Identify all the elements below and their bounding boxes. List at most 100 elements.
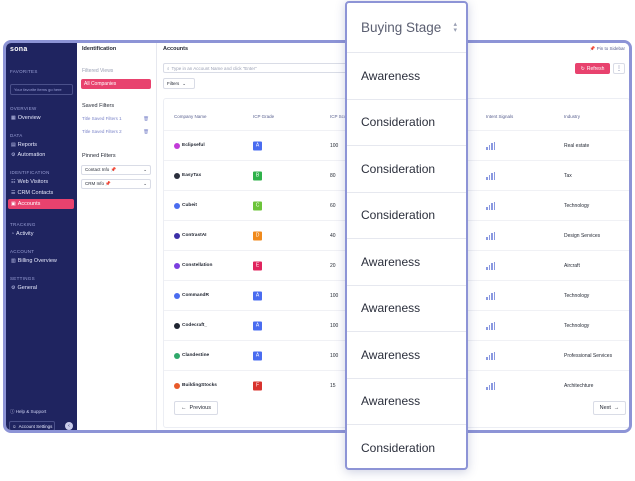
column-header-icp-grade[interactable]: ICP Grade	[253, 114, 274, 119]
more-options-button[interactable]: ⋮	[613, 63, 625, 74]
collapse-sidebar-icon[interactable]: ‹	[65, 422, 73, 430]
saved-filter-item[interactable]: Title Saved Filters 2 🗑	[82, 129, 152, 135]
company-cell[interactable]: Constellation	[174, 262, 212, 269]
sidebar-item-accounts[interactable]: ▣ Accounts	[8, 199, 74, 209]
icp-grade-badge: E	[253, 261, 262, 270]
trash-icon[interactable]: 🗑	[143, 116, 149, 122]
buying-stage-cell: Awareness	[347, 239, 466, 286]
icp-grade-cell: A	[253, 351, 262, 360]
pin-icon: 📌	[105, 181, 111, 186]
section-settings: SETTINGS	[10, 276, 35, 281]
chevron-down-icon: ⌄	[143, 181, 147, 186]
icp-grade-cell: A	[253, 291, 262, 300]
company-name: Clandestine	[182, 353, 210, 358]
filtered-views-label: Filtered Views	[82, 68, 114, 74]
sidebar-item-reports[interactable]: ▤ Reports	[8, 140, 74, 150]
industry-cell: Architechture	[564, 382, 594, 389]
intent-signals-cell	[486, 381, 495, 390]
intent-signals-cell	[486, 171, 495, 180]
column-header-intent-signals[interactable]: Intent Signals	[486, 114, 513, 119]
trash-icon[interactable]: 🗑	[143, 129, 149, 135]
signal-bars-icon	[486, 291, 495, 300]
icp-grade-cell: A	[253, 141, 262, 150]
sidebar-item-label: Billing Overview	[17, 258, 57, 264]
company-logo-icon	[174, 322, 180, 329]
pin-icon: 📌	[110, 167, 117, 172]
company-cell[interactable]: BuildingStocks	[174, 382, 217, 389]
buying-stage-cell: Awareness	[347, 332, 466, 379]
account-settings-button[interactable]: ☺ Account Settings	[9, 421, 55, 430]
column-header-industry[interactable]: Industry	[564, 114, 580, 119]
company-cell[interactable]: Clandestine	[174, 352, 210, 359]
industry-cell: Tax	[564, 172, 572, 179]
industry-cell: Real estate	[564, 142, 590, 149]
company-cell[interactable]: Codecraft_	[174, 322, 207, 329]
sidebar-item-label: Activity	[16, 231, 34, 237]
sidebar-item-overview[interactable]: ▦ Overview	[8, 113, 74, 123]
icp-grade-cell: D	[253, 231, 262, 240]
industry-cell: Technology	[564, 292, 590, 299]
pin-to-sidebar-link[interactable]: 📌 Pin to Sidebar	[590, 46, 625, 52]
sidebar-item-label: Web Visitors	[17, 179, 49, 185]
section-data: DATA	[10, 133, 23, 138]
icp-grade-badge: A	[253, 321, 262, 330]
column-header-buying-stage[interactable]: Buying Stage	[347, 3, 466, 53]
company-name: Eclipseful	[182, 143, 205, 148]
user-icon: ☺	[12, 423, 17, 429]
next-page-button[interactable]: Next →	[593, 401, 626, 415]
section-favorites: FAVORITES	[10, 69, 38, 74]
refresh-button[interactable]: ↻ Refresh	[575, 63, 610, 74]
sort-icon[interactable]: ▴ ▾	[453, 21, 457, 34]
buying-stage-cell: Consideration	[347, 193, 466, 239]
sidebar-item-automation[interactable]: ⚙ Automation	[8, 150, 74, 160]
chart-icon: ▤	[11, 142, 16, 148]
icp-grade-badge: A	[253, 351, 262, 360]
building-icon: ▣	[11, 201, 16, 207]
pinned-filter-contact-info[interactable]: Contact Info 📌 ⌄	[81, 165, 151, 175]
industry-cell: Technology	[564, 202, 590, 209]
icp-score-cell: 100	[330, 292, 339, 299]
company-logo-icon	[174, 262, 180, 269]
billing-icon: ▥	[11, 258, 16, 264]
icp-score-cell: 40	[330, 232, 336, 239]
icp-score-cell: 100	[330, 322, 339, 329]
intent-signals-cell	[486, 201, 495, 210]
company-cell[interactable]: ContrastAI	[174, 232, 207, 239]
signal-bars-icon	[486, 351, 495, 360]
company-cell[interactable]: Cubeit	[174, 202, 197, 209]
search-input[interactable]: ⌕ Type in an Account Name and click "Ent…	[163, 63, 353, 73]
signal-bars-icon	[486, 231, 495, 240]
contacts-icon: ☰	[11, 190, 16, 196]
arrow-right-icon: →	[613, 405, 620, 411]
company-cell[interactable]: Eclipseful	[174, 142, 205, 149]
icp-grade-badge: B	[253, 171, 262, 180]
sidebar-item-crm-contacts[interactable]: ☰ CRM Contacts	[8, 188, 74, 198]
help-support-link[interactable]: ⓘ Help & Support	[10, 409, 46, 415]
company-cell[interactable]: CommandR	[174, 292, 209, 299]
all-companies-button[interactable]: All Companies	[81, 79, 151, 89]
icp-score-cell: 100	[330, 142, 339, 149]
pinned-filters-title: Pinned Filters	[82, 153, 116, 159]
company-logo-icon	[174, 232, 180, 239]
identification-panel: Identification Filtered Views All Compan…	[77, 43, 157, 430]
saved-filter-item[interactable]: Title Saved Filters 1 🗑	[82, 116, 152, 122]
company-name: CommandR	[182, 293, 209, 298]
intent-signals-cell	[486, 291, 495, 300]
previous-page-button[interactable]: ← Previous	[174, 401, 218, 415]
icp-score-cell: 15	[330, 382, 336, 389]
sidebar-item-label: Reports	[17, 142, 37, 148]
chevron-down-icon: ⌄	[182, 80, 187, 86]
sidebar-item-activity[interactable]: ◔ Activity	[8, 229, 74, 239]
column-header-company[interactable]: Company Name	[174, 114, 207, 119]
company-name: EasyTax	[182, 173, 202, 178]
sidebar-item-billing-overview[interactable]: ▥ Billing Overview	[8, 256, 74, 266]
sidebar-item-web-visitors[interactable]: ☷ Web Visitors	[8, 177, 74, 187]
buying-stage-cell: Awareness	[347, 379, 466, 425]
buying-stage-cell: Consideration	[347, 425, 466, 468]
pinned-filter-crm-info[interactable]: CRM Info 📌 ⌄	[81, 179, 151, 189]
company-cell[interactable]: EasyTax	[174, 172, 202, 179]
sidebar-item-general[interactable]: ⚙ General	[8, 283, 74, 293]
filters-button[interactable]: Filters ⌄	[163, 78, 195, 89]
industry-cell: Professional Services	[564, 352, 613, 359]
settings-icon: ⚙	[11, 285, 16, 291]
